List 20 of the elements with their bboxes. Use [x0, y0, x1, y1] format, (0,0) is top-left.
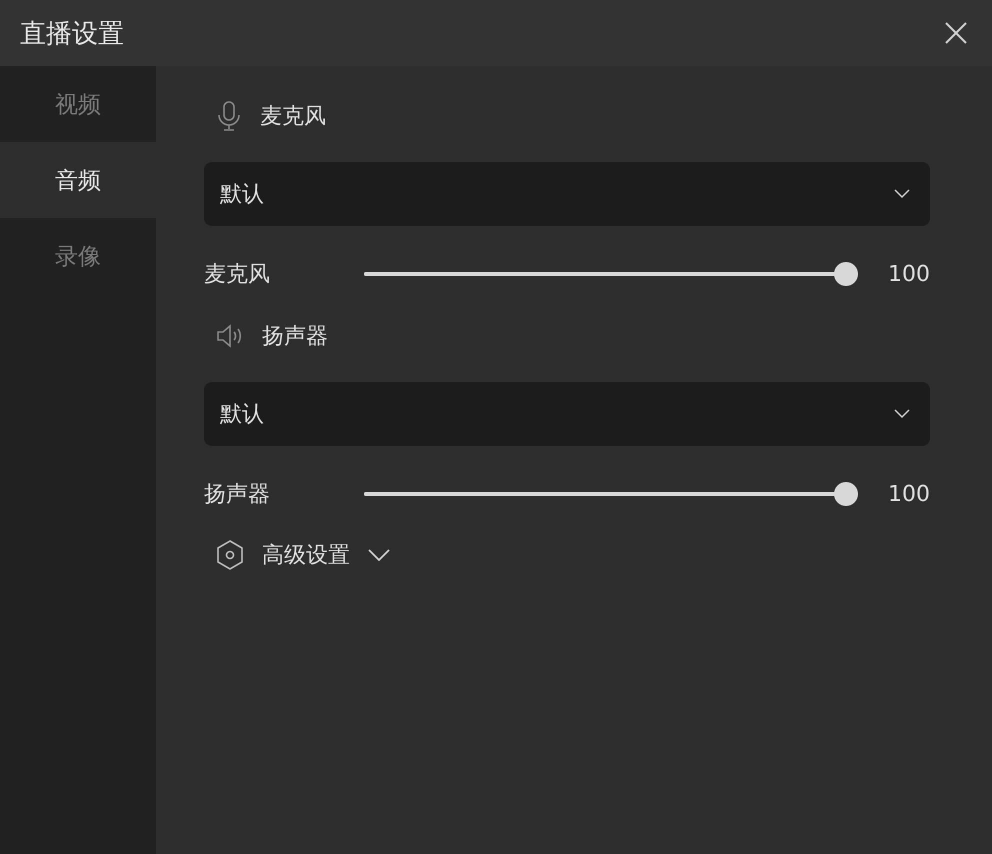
hexagon-icon — [216, 540, 244, 570]
chevron-down-icon — [894, 189, 910, 199]
chevron-icon — [368, 549, 390, 561]
microphone-icon — [216, 101, 242, 131]
speaker-icon — [216, 324, 244, 348]
volume-value: 100 — [888, 482, 930, 506]
volume-label: 麦克风 — [204, 261, 271, 289]
volume-label: 扬声器 — [204, 481, 271, 509]
device-dropdown[interactable]: 默认 — [204, 382, 930, 446]
sidebar-tab[interactable]: 音频 — [0, 142, 156, 218]
window-title: 直播设置 — [20, 18, 124, 50]
advanced-settings-toggle[interactable]: 高级设置 — [204, 540, 390, 570]
close-button[interactable] — [944, 21, 968, 45]
chevron-down-icon — [894, 409, 910, 419]
section-heading: 麦克风 — [260, 103, 326, 131]
slider-thumb[interactable] — [834, 482, 858, 506]
device-dropdown[interactable]: 默认 — [204, 162, 930, 226]
section-heading: 扬声器 — [262, 323, 328, 351]
slider-thumb[interactable] — [834, 262, 858, 286]
volume-value: 100 — [888, 262, 930, 286]
